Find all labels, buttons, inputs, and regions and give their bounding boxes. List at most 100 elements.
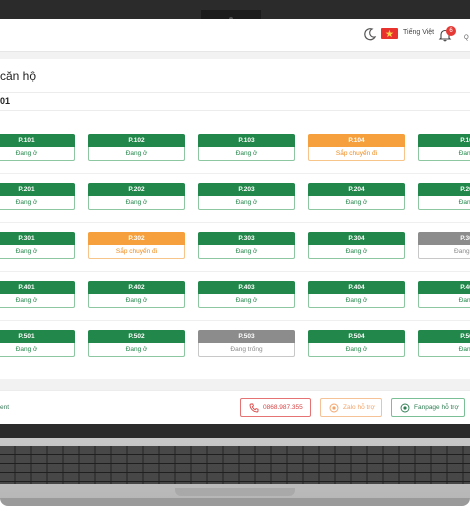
- room-code: P.501: [0, 330, 75, 343]
- room-status: Sắp chuyển đi: [88, 245, 185, 259]
- room-status: Đang: [418, 196, 470, 210]
- room-card[interactable]: P.303 Đang ở: [198, 232, 295, 259]
- apartment-card: căn hộ 01 P.101 Đang ở P.102 Đang ở P.103 Đan…: [0, 59, 470, 379]
- room-status: Sắp chuyển đi: [308, 147, 405, 161]
- user-name[interactable]: Q: [464, 35, 469, 41]
- room-status: Đang: [418, 294, 470, 308]
- room-card[interactable]: P.301 Đang ở: [0, 232, 75, 259]
- room-status: Đang ở: [88, 147, 185, 161]
- fanpage-support-button[interactable]: Fanpage hỗ trợ: [391, 398, 465, 417]
- room-code: P.40: [418, 281, 470, 294]
- vietnam-flag-icon[interactable]: [381, 28, 398, 39]
- room-card[interactable]: P.502 Đang ở: [88, 330, 185, 357]
- room-status: Đang ở: [0, 294, 75, 308]
- zalo-support-button[interactable]: Zalo hỗ trợ: [320, 398, 382, 417]
- room-code: P.50: [418, 330, 470, 343]
- room-code: P.303: [198, 232, 295, 245]
- footer-text: ent: [0, 404, 10, 411]
- room-code: P.302: [88, 232, 185, 245]
- row-divider: [0, 173, 470, 174]
- room-status: Đang ở: [198, 294, 295, 308]
- room-card[interactable]: P.404 Đang ở: [308, 281, 405, 308]
- room-status: Đang ở: [308, 294, 405, 308]
- room-status: Đang: [418, 343, 470, 357]
- app-screen: Tiếng Việt 6 Q căn hộ 01 P.101 Đang ở P.10…: [0, 19, 470, 424]
- row-divider: [0, 222, 470, 223]
- room-code: P.402: [88, 281, 185, 294]
- room-status: Đang ở: [88, 196, 185, 210]
- footer-bar: ent 0868.987.355 Zalo hỗ trợ Fanpage hỗ …: [0, 390, 470, 424]
- room-card[interactable]: P.501 Đang ở: [0, 330, 75, 357]
- room-code: P.504: [308, 330, 405, 343]
- room-code: P.102: [88, 134, 185, 147]
- room-status: Đang ở: [308, 343, 405, 357]
- room-status: Đang trống: [198, 343, 295, 357]
- room-card[interactable]: P.102 Đang ở: [88, 134, 185, 161]
- fanpage-icon: [400, 403, 410, 413]
- room-card[interactable]: P.503 Đang trống: [198, 330, 295, 357]
- room-card[interactable]: P.402 Đang ở: [88, 281, 185, 308]
- room-code: P.101: [0, 134, 75, 147]
- room-status: Đang ở: [0, 343, 75, 357]
- zalo-label: Zalo hỗ trợ: [343, 404, 375, 411]
- room-status: Đang ở: [88, 294, 185, 308]
- room-status: Đang ở: [198, 147, 295, 161]
- language-selector[interactable]: Tiếng Việt: [403, 29, 434, 36]
- room-card[interactable]: P.50Đang: [418, 330, 470, 357]
- room-card[interactable]: P.201 Đang ở: [0, 183, 75, 210]
- moon-icon[interactable]: [363, 27, 377, 41]
- room-card[interactable]: P.403 Đang ở: [198, 281, 295, 308]
- room-code: P.404: [308, 281, 405, 294]
- room-card[interactable]: P.104 Sắp chuyển đi: [308, 134, 405, 161]
- room-code: P.201: [0, 183, 75, 196]
- room-status: Đang: [418, 147, 470, 161]
- room-status: Đang trố: [418, 245, 470, 259]
- room-card[interactable]: P.10Đang: [418, 134, 470, 161]
- laptop-keyboard-rows: [0, 446, 470, 484]
- room-code: P.103: [198, 134, 295, 147]
- room-card[interactable]: P.203 Đang ở: [198, 183, 295, 210]
- room-code: P.20: [418, 183, 470, 196]
- room-code: P.202: [88, 183, 185, 196]
- room-code: P.502: [88, 330, 185, 343]
- row-divider: [0, 271, 470, 272]
- room-code: P.104: [308, 134, 405, 147]
- room-code: P.403: [198, 281, 295, 294]
- room-card[interactable]: P.304 Đang ở: [308, 232, 405, 259]
- room-card[interactable]: P.101 Đang ở: [0, 134, 75, 161]
- room-card[interactable]: P.103 Đang ở: [198, 134, 295, 161]
- room-card[interactable]: P.30Đang trố: [418, 232, 470, 259]
- divider: [0, 92, 470, 93]
- room-card[interactable]: P.504 Đang ở: [308, 330, 405, 357]
- room-code: P.503: [198, 330, 295, 343]
- room-status: Đang ở: [308, 196, 405, 210]
- room-code: P.401: [0, 281, 75, 294]
- room-code: P.301: [0, 232, 75, 245]
- laptop-bottom-bezel: [0, 424, 470, 438]
- room-card[interactable]: P.40Đang: [418, 281, 470, 308]
- room-status: Đang ở: [88, 343, 185, 357]
- room-card[interactable]: P.401 Đang ở: [0, 281, 75, 308]
- room-status: Đang ở: [198, 196, 295, 210]
- room-card[interactable]: P.20Đang: [418, 183, 470, 210]
- room-status: Đang ở: [0, 245, 75, 259]
- room-card[interactable]: P.202 Đang ở: [88, 183, 185, 210]
- divider: [0, 110, 470, 111]
- room-status: Đang ở: [0, 196, 75, 210]
- phone-label: 0868.987.355: [263, 404, 303, 411]
- fanpage-label: Fanpage hỗ trợ: [414, 404, 459, 411]
- room-card[interactable]: P.204 Đang ở: [308, 183, 405, 210]
- room-code: P.10: [418, 134, 470, 147]
- phone-icon: [249, 403, 259, 413]
- floor-label: 01: [0, 96, 11, 106]
- room-card[interactable]: P.302 Sắp chuyển đi: [88, 232, 185, 259]
- room-code: P.203: [198, 183, 295, 196]
- room-status: Đang ở: [0, 147, 75, 161]
- room-status: Đang ở: [198, 245, 295, 259]
- laptop-base: [0, 498, 470, 506]
- top-header: Tiếng Việt 6 Q: [0, 19, 470, 52]
- phone-support-button[interactable]: 0868.987.355: [240, 398, 311, 417]
- room-code: P.204: [308, 183, 405, 196]
- page-title: căn hộ: [0, 69, 37, 83]
- room-code: P.304: [308, 232, 405, 245]
